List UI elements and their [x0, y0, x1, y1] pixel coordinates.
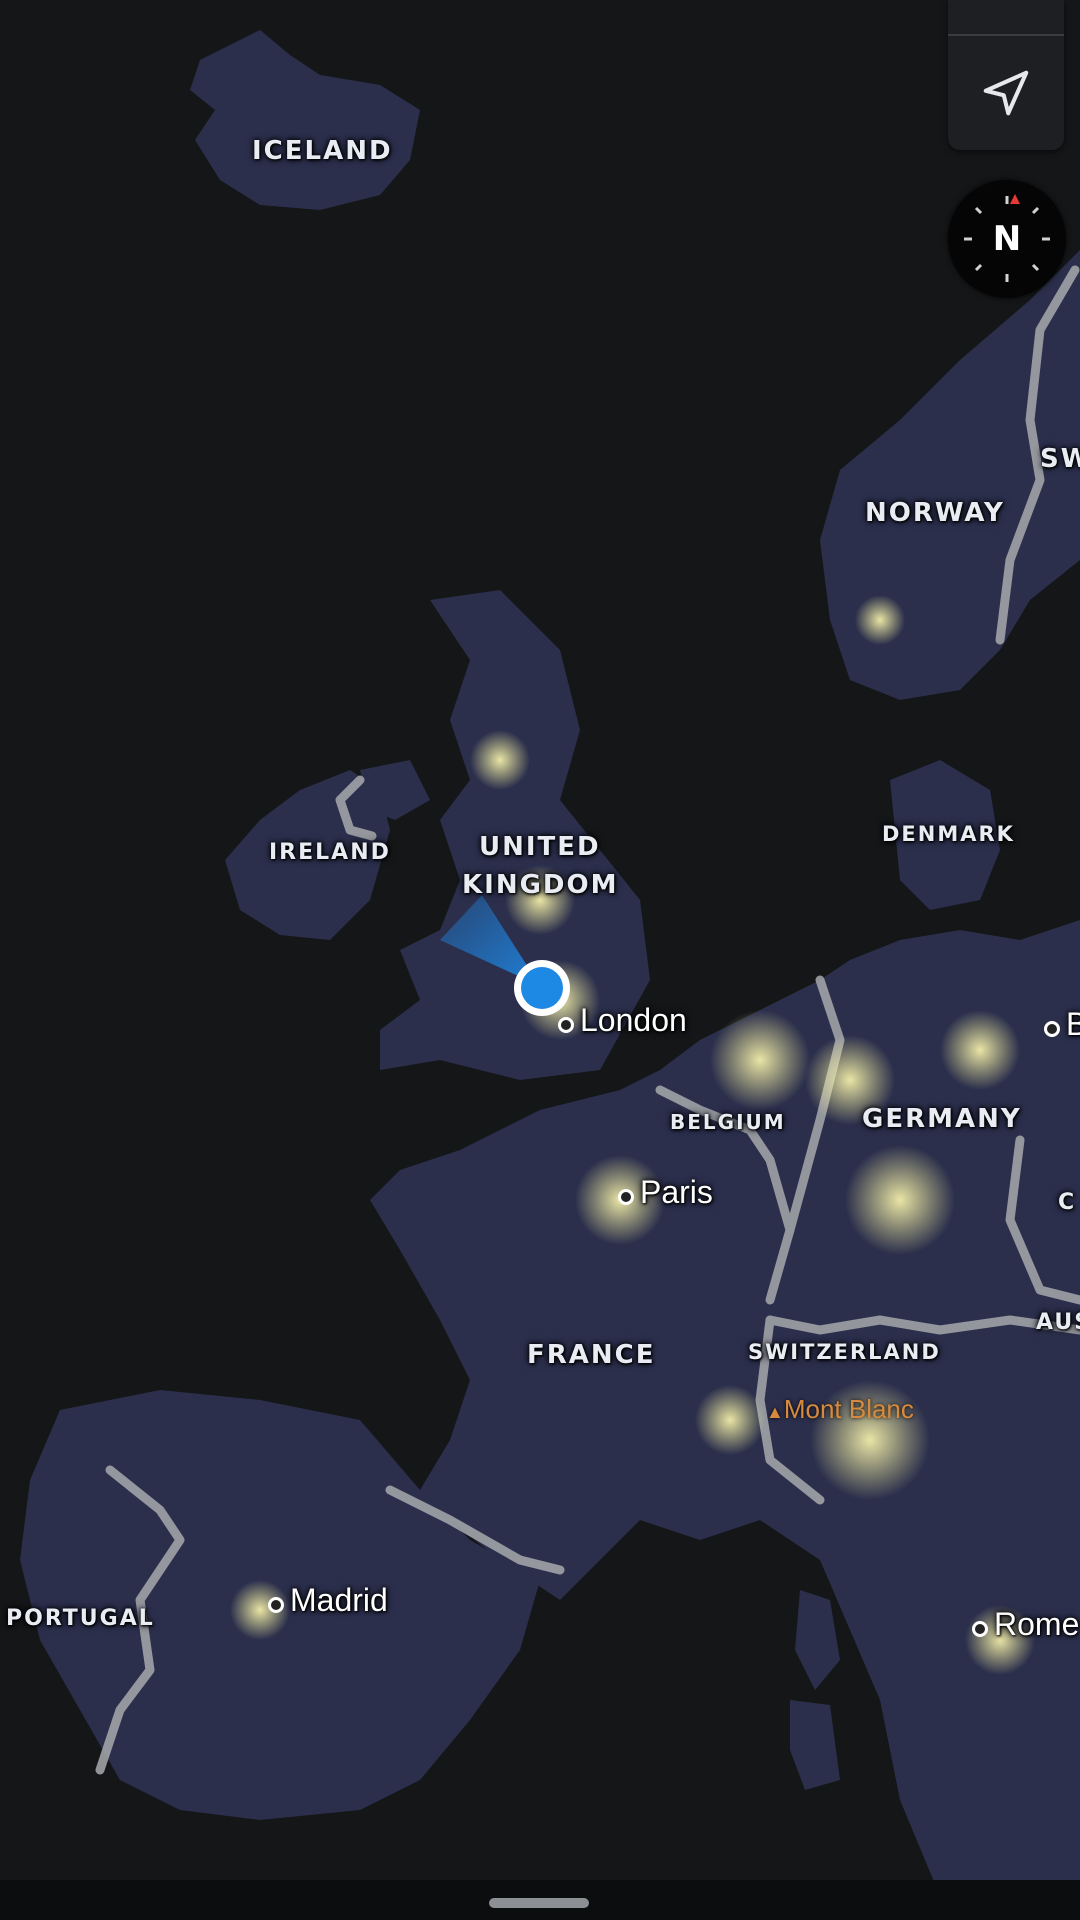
city-label-rome[interactable]: Rome: [972, 1606, 1079, 1643]
city-label-madrid[interactable]: Madrid: [268, 1582, 388, 1619]
map-control-panel: [948, 0, 1064, 150]
city-dot-icon: [972, 1621, 988, 1637]
mountain-triangle-icon: ▲: [766, 1402, 784, 1422]
city-dot-icon: [268, 1597, 284, 1613]
country-label-norway: NORWAY: [865, 498, 1005, 528]
country-label-iceland: ICELAND: [252, 136, 393, 166]
country-label-ireland: IRELAND: [269, 840, 391, 865]
compass-button[interactable]: N: [948, 180, 1066, 298]
country-label-austria: AUS: [1036, 1310, 1080, 1335]
city-label-berlin[interactable]: B: [1044, 1006, 1080, 1043]
city-dot-icon: [618, 1189, 634, 1205]
poi-label-mont-blanc[interactable]: ▲Mont Blanc: [766, 1394, 914, 1425]
city-dot-icon: [558, 1017, 574, 1033]
country-label-denmark: DENMARK: [882, 822, 1015, 846]
current-location-dot: [521, 967, 563, 1009]
country-label-sweden: SW: [1040, 444, 1080, 474]
country-label-czechia: C: [1058, 1190, 1077, 1215]
country-label-belgium: BELGIUM: [670, 1110, 786, 1134]
compass-north-label: N: [992, 219, 1022, 259]
locate-button[interactable]: [948, 36, 1064, 150]
navigation-arrow-icon: [983, 70, 1029, 116]
country-label-uk-line1: UNITED: [479, 832, 601, 862]
city-label-london[interactable]: London: [558, 1002, 687, 1039]
country-label-france: FRANCE: [527, 1340, 656, 1370]
country-label-uk-line2: KINGDOM: [462, 870, 619, 900]
country-label-switzerland: SWITZERLAND: [748, 1340, 941, 1364]
country-label-portugal: PORTUGAL: [6, 1606, 155, 1631]
map-layer: [0, 0, 1080, 1920]
country-label-germany: GERMANY: [862, 1104, 1022, 1134]
city-dot-icon: [1044, 1021, 1060, 1037]
map-canvas[interactable]: ICELAND NORWAY SW IRELAND UNITED KINGDOM…: [0, 0, 1080, 1920]
city-label-paris[interactable]: Paris: [618, 1174, 713, 1211]
home-indicator[interactable]: [489, 1898, 589, 1908]
